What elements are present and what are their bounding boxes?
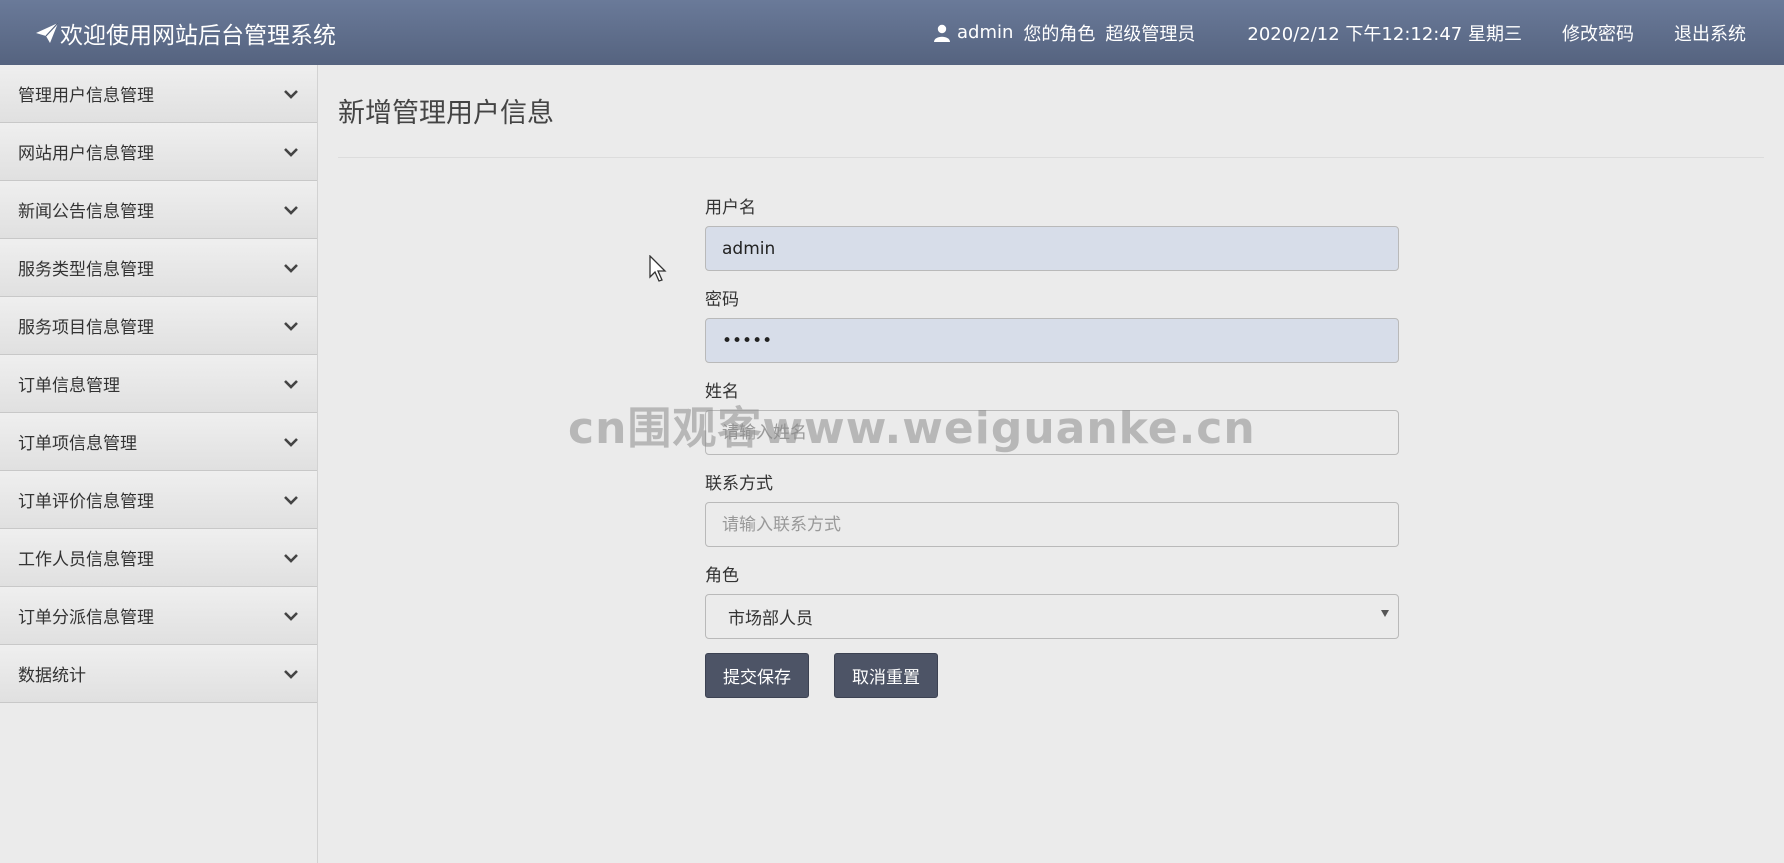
sidebar-item-label: 数据统计	[18, 666, 86, 686]
sidebar-item-label: 管理用户信息管理	[18, 86, 154, 106]
chevron-down-icon	[284, 553, 298, 563]
sidebar-item-label: 订单评价信息管理	[18, 492, 154, 512]
chevron-down-icon	[284, 379, 298, 389]
sidebar-item-service-types[interactable]: 服务类型信息管理	[0, 239, 317, 297]
username-field-group: 用户名	[705, 193, 1399, 271]
header-username: admin	[957, 22, 1014, 43]
sidebar-item-label: 订单信息管理	[18, 376, 120, 396]
form-actions: 提交保存 取消重置	[705, 653, 1399, 698]
submit-button[interactable]: 提交保存	[705, 653, 809, 698]
sidebar-item-order-dispatch[interactable]: 订单分派信息管理	[0, 587, 317, 645]
sidebar-item-order-reviews[interactable]: 订单评价信息管理	[0, 471, 317, 529]
chevron-down-icon	[284, 437, 298, 447]
header-datetime: 2020/2/12 下午12:12:47 星期三	[1247, 23, 1522, 45]
sidebar-item-service-items[interactable]: 服务项目信息管理	[0, 297, 317, 355]
header-right: admin 您的角色 超级管理员 2020/2/12 下午12:12:47 星期…	[923, 0, 1746, 65]
paper-plane-icon	[36, 23, 58, 43]
logout-link[interactable]: 退出系统	[1674, 20, 1746, 46]
sidebar-item-statistics[interactable]: 数据统计	[0, 645, 317, 703]
top-header: 欢迎使用网站后台管理系统 admin 您的角色 超级管理员 2020/2/12 …	[0, 0, 1784, 65]
contact-field-group: 联系方式	[705, 469, 1399, 547]
sidebar-item-admin-users[interactable]: 管理用户信息管理	[0, 65, 317, 123]
username-input[interactable]	[705, 226, 1399, 271]
sidebar-item-label: 网站用户信息管理	[18, 144, 154, 164]
change-password-link[interactable]: 修改密码	[1562, 20, 1634, 46]
chevron-down-icon	[284, 611, 298, 621]
app-title: 欢迎使用网站后台管理系统	[60, 23, 336, 49]
mouse-cursor-icon	[649, 255, 667, 282]
role-label: 您的角色	[1023, 23, 1096, 45]
brand: 欢迎使用网站后台管理系统	[36, 16, 336, 50]
reset-button[interactable]: 取消重置	[834, 653, 938, 698]
name-label: 姓名	[705, 382, 739, 402]
password-label: 密码	[705, 290, 739, 310]
password-field-group: 密码	[705, 285, 1399, 363]
role-field-group: 角色 市场部人员	[705, 561, 1399, 639]
main-content: 新增管理用户信息 用户名 密码 姓名 联系方式 角色 市场部人员 提交保存	[338, 65, 1764, 698]
sidebar-item-label: 服务类型信息管理	[18, 260, 154, 280]
user-icon	[933, 24, 951, 42]
role-value: 超级管理员	[1105, 23, 1196, 45]
role-select-label: 角色	[705, 566, 739, 586]
sidebar-item-label: 服务项目信息管理	[18, 318, 154, 338]
name-input[interactable]	[705, 410, 1399, 455]
contact-input[interactable]	[705, 502, 1399, 547]
name-field-group: 姓名	[705, 377, 1399, 455]
role-select[interactable]: 市场部人员	[705, 594, 1399, 639]
sidebar-item-orders[interactable]: 订单信息管理	[0, 355, 317, 413]
role-select-value: 市场部人员	[705, 594, 1399, 639]
password-input[interactable]	[705, 318, 1399, 363]
sidebar-item-news[interactable]: 新闻公告信息管理	[0, 181, 317, 239]
chevron-down-icon	[284, 89, 298, 99]
sidebar-item-label: 新闻公告信息管理	[18, 202, 154, 222]
sidebar-item-order-items[interactable]: 订单项信息管理	[0, 413, 317, 471]
chevron-down-icon	[284, 263, 298, 273]
username-label: 用户名	[705, 198, 756, 218]
sidebar-item-label: 订单项信息管理	[18, 434, 137, 454]
chevron-down-icon	[284, 205, 298, 215]
contact-label: 联系方式	[705, 474, 773, 494]
sidebar: 管理用户信息管理 网站用户信息管理 新闻公告信息管理 服务类型信息管理 服务项目…	[0, 65, 318, 863]
sidebar-item-staff[interactable]: 工作人员信息管理	[0, 529, 317, 587]
chevron-down-icon	[284, 147, 298, 157]
chevron-down-icon	[284, 669, 298, 679]
chevron-down-icon	[284, 495, 298, 505]
title-divider	[338, 157, 1764, 158]
sidebar-item-site-users[interactable]: 网站用户信息管理	[0, 123, 317, 181]
sidebar-item-label: 工作人员信息管理	[18, 550, 154, 570]
page-title: 新增管理用户信息	[338, 98, 554, 129]
chevron-down-icon	[284, 321, 298, 331]
admin-user-form: 用户名 密码 姓名 联系方式 角色 市场部人员 提交保存 取消重置	[705, 193, 1399, 698]
caret-down-icon	[1381, 610, 1389, 617]
sidebar-item-label: 订单分派信息管理	[18, 608, 154, 628]
